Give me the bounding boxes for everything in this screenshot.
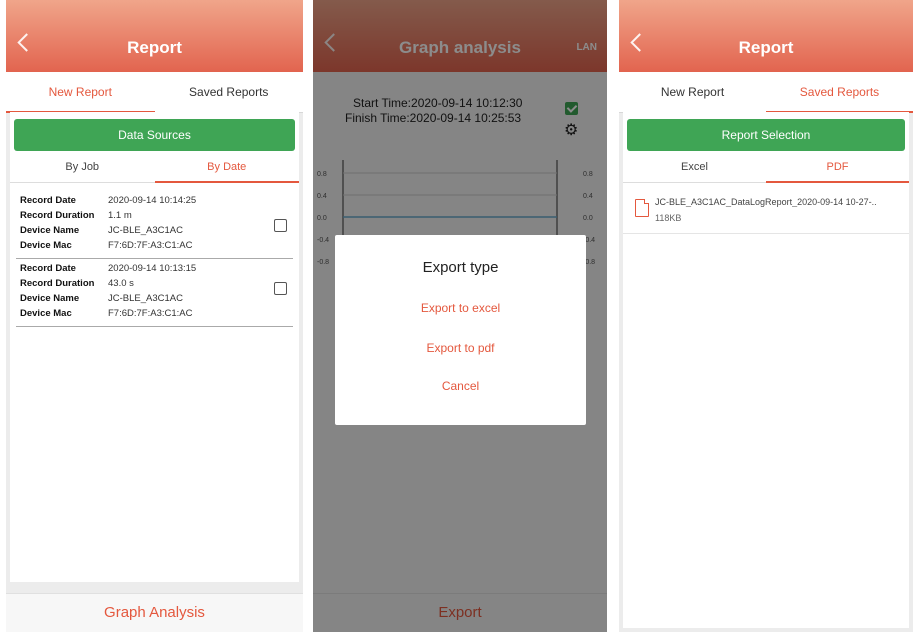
graph-analysis-button[interactable]: Graph Analysis: [6, 593, 303, 632]
header: Report: [6, 0, 303, 72]
device-mac-value: F7:6D:7F:A3:C1:AC: [108, 240, 193, 251]
dialog-title: Export type: [422, 259, 499, 276]
export-excel-option[interactable]: Export to excel: [335, 301, 586, 315]
graph-analysis-screen: Graph analysis LAN Start Time:2020-09-14…: [313, 0, 607, 632]
tab-new-report[interactable]: New Report: [619, 72, 766, 112]
report-tabs: New Report Saved Reports: [619, 72, 913, 113]
export-pdf-option[interactable]: Export to pdf: [335, 341, 586, 355]
header: Report: [619, 0, 913, 72]
device-name-value: JC-BLE_A3C1AC: [108, 293, 183, 304]
file-name: JC-BLE_A3C1AC_DataLogReport_2020-09-14 1…: [655, 197, 877, 207]
source-subtabs: By Job By Date: [10, 152, 299, 183]
tab-by-job[interactable]: By Job: [10, 152, 155, 182]
export-type-dialog: Export type Export to excel Export to pd…: [335, 235, 586, 425]
report-selection-button[interactable]: Report Selection: [627, 119, 905, 151]
record-checkbox[interactable]: [274, 282, 287, 295]
record-duration-label: Record Duration: [20, 278, 95, 289]
format-subtabs: Excel PDF: [623, 152, 909, 183]
data-sources-button[interactable]: Data Sources: [14, 119, 295, 151]
cancel-option[interactable]: Cancel: [335, 379, 586, 393]
tab-saved-reports[interactable]: Saved Reports: [766, 72, 913, 113]
tab-new-report[interactable]: New Report: [6, 72, 155, 113]
record-date-label: Record Date: [20, 195, 76, 206]
device-name-label: Device Name: [20, 225, 80, 236]
report-file-item[interactable]: JC-BLE_A3C1AC_DataLogReport_2020-09-14 1…: [623, 185, 909, 234]
report-tabs: New Report Saved Reports: [6, 72, 303, 113]
pdf-file-icon: [635, 199, 649, 217]
record-date-value: 2020-09-14 10:13:15: [108, 263, 197, 274]
page-title: Report: [738, 38, 794, 57]
report-screen-new: Report New Report Saved Reports Data Sou…: [6, 0, 303, 632]
page-title: Report: [127, 38, 182, 57]
device-mac-label: Device Mac: [20, 308, 72, 319]
record-duration-value: 43.0 s: [108, 278, 134, 289]
record-duration-label: Record Duration: [20, 210, 95, 221]
device-mac-label: Device Mac: [20, 240, 72, 251]
tab-by-date[interactable]: By Date: [154, 152, 300, 183]
device-name-value: JC-BLE_A3C1AC: [108, 225, 183, 236]
file-size: 118KB: [655, 213, 682, 223]
record-duration-value: 1.1 m: [108, 210, 132, 221]
tab-saved-reports[interactable]: Saved Reports: [155, 72, 304, 112]
device-mac-value: F7:6D:7F:A3:C1:AC: [108, 308, 193, 319]
record-date-value: 2020-09-14 10:14:25: [108, 195, 197, 206]
record-checkbox[interactable]: [274, 219, 287, 232]
tab-excel[interactable]: Excel: [623, 152, 766, 182]
tab-pdf[interactable]: PDF: [766, 152, 909, 183]
device-name-label: Device Name: [20, 293, 80, 304]
content-panel: Data Sources By Job By Date Record Date 2…: [10, 112, 299, 582]
report-screen-saved: Report New Report Saved Reports Report S…: [619, 0, 913, 632]
record-item[interactable]: Record Date 2020-09-14 10:13:15 Record Du…: [16, 260, 293, 327]
record-item[interactable]: Record Date 2020-09-14 10:14:25 Record Du…: [16, 192, 293, 259]
record-date-label: Record Date: [20, 263, 76, 274]
